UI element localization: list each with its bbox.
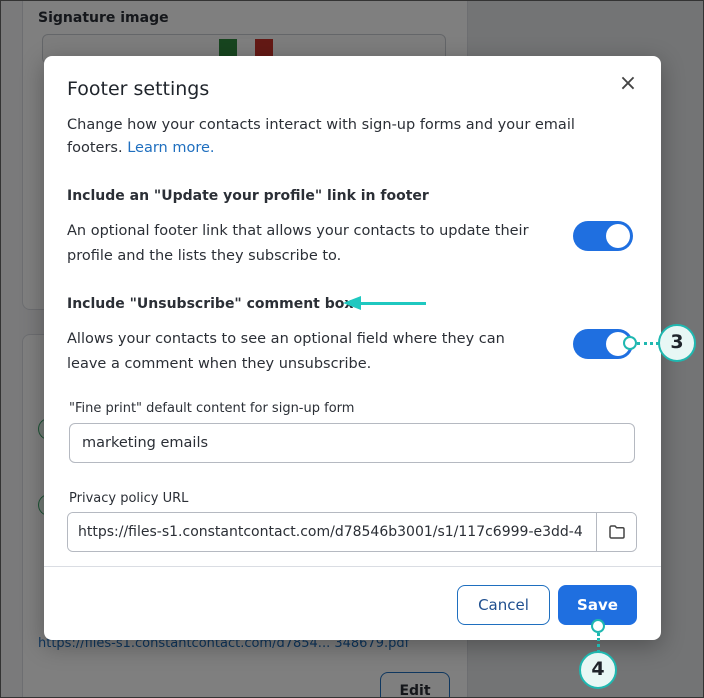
folder-icon[interactable] [596, 513, 636, 551]
toggle-knob [606, 224, 630, 248]
footer-divider [44, 566, 661, 567]
callout-pin [591, 619, 605, 633]
profile-link-description: An optional footer link that allows your… [67, 223, 529, 264]
arrow-line [360, 302, 426, 305]
privacy-url-input[interactable] [68, 513, 596, 551]
footer-settings-modal: × Footer settings Change how your contac… [44, 56, 661, 640]
modal-title: Footer settings [67, 78, 210, 100]
arrow-icon [343, 296, 361, 310]
unsubscribe-comment-title: Include "Unsubscribe" comment box [67, 296, 354, 312]
modal-description: Change how your contacts interact with s… [67, 114, 607, 160]
unsubscribe-comment-description: Allows your contacts to see an optional … [67, 331, 505, 372]
profile-link-toggle[interactable] [573, 221, 633, 251]
callout-pin [623, 336, 637, 350]
privacy-url-group [67, 512, 637, 552]
cancel-button[interactable]: Cancel [457, 585, 550, 625]
learn-more-link[interactable]: Learn more. [127, 140, 214, 156]
callout-connector [637, 342, 659, 345]
fine-print-label: "Fine print" default content for sign-up… [69, 401, 355, 416]
callout-connector [597, 633, 600, 653]
step-3-callout: 3 [658, 324, 696, 362]
profile-link-title: Include an "Update your profile" link in… [67, 188, 429, 204]
step-4-callout: 4 [579, 651, 617, 689]
close-icon[interactable]: × [617, 73, 639, 96]
privacy-url-label: Privacy policy URL [69, 491, 189, 506]
fine-print-input[interactable] [69, 423, 635, 463]
